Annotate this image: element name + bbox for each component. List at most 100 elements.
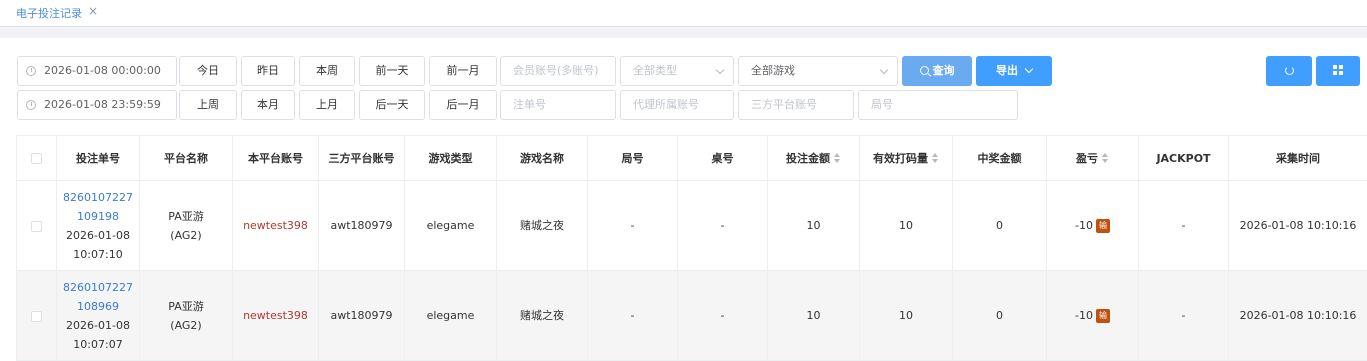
win-amount-cell: 0 [952,180,1047,271]
end-time-value: 2026-01-08 23:59:59 [44,98,161,111]
today-button[interactable]: 今日 [179,56,237,86]
this-month-button[interactable]: 本月 [241,90,295,120]
header-jackpot: JACKPOT [1138,135,1229,181]
header-table-no: 桌号 [677,135,768,181]
row-select-cell [16,180,57,271]
header-game-type: 游戏类型 [404,135,497,181]
jackpot-cell: - [1138,180,1229,271]
collect-time-cell: 2026-01-08 10:10:16 [1228,180,1367,271]
bet-no-cell: 8260107227 109198 2026-01-08 10:07:10 [56,180,140,271]
last-month-button[interactable]: 上月 [299,90,355,120]
table-no-cell: - [677,180,768,271]
header-third-account: 三方平台账号 [318,135,405,181]
start-time-value: 2026-01-08 00:00:00 [44,64,161,77]
header-valid-bet-label: 有效打码量 [873,152,928,165]
bet-records-table: 投注单号 平台名称 本平台账号 三方平台账号 游戏类型 游戏名称 局号 桌号 投… [16,135,1367,361]
bet-amount-cell: 10 [767,270,860,361]
yesterday-button[interactable]: 昨日 [241,56,295,86]
platform-cell: PA亚游 (AG2) [139,270,233,361]
next-day-button[interactable]: 后一天 [359,90,425,120]
row-select-cell [16,270,57,361]
query-button[interactable]: 查询 [902,56,972,86]
bet-time: 10:07:10 [73,247,123,261]
collect-time-cell: 2026-01-08 10:10:16 [1228,270,1367,361]
game-name-cell: 赌城之夜 [496,180,588,271]
bet-no-input[interactable]: 注单号 [500,90,616,120]
round-no-input[interactable]: 局号 [858,90,1018,120]
header-collect-time: 采集时间 [1228,135,1367,181]
grid-view-button[interactable] [1316,56,1360,86]
table-no-cell: - [677,270,768,361]
profit-cell: -10 输 [1046,270,1139,361]
sort-icon[interactable] [932,153,939,163]
win-amount-cell: 0 [952,270,1047,361]
account-link[interactable]: newtest398 [243,219,308,232]
account-link[interactable]: newtest398 [243,309,308,322]
tab-bar: 电子投注记录 × [0,0,1367,27]
member-account-input[interactable]: 会员账号(多账号) [500,56,616,86]
chevron-down-icon [1024,64,1034,74]
header-bet-amount[interactable]: 投注金额 [767,135,860,181]
game-select-value: 全部游戏 [751,64,795,77]
bet-no-link[interactable]: 8260107227 109198 [59,188,137,226]
sort-icon[interactable] [834,153,841,163]
agent-account-input[interactable]: 代理所属账号 [620,90,734,120]
game-type-cell: elegame [404,270,497,361]
row-checkbox[interactable] [31,310,42,322]
platform-cell: PA亚游 (AG2) [139,180,233,271]
loss-badge: 输 [1095,219,1110,233]
chevron-down-icon [879,65,889,75]
end-time-input[interactable]: 2026-01-08 23:59:59 [17,90,177,120]
start-time-input[interactable]: 2026-01-08 00:00:00 [17,56,177,86]
clock-icon [26,100,36,110]
tab-bet-records[interactable]: 电子投注记录 [16,5,82,21]
tab-close-icon[interactable]: × [88,4,98,18]
last-week-button[interactable]: 上周 [179,90,237,120]
header-account: 本平台账号 [232,135,319,181]
select-all-cell [16,135,57,181]
game-select[interactable]: 全部游戏 [738,56,898,86]
header-game-name: 游戏名称 [496,135,588,181]
account-cell: newtest398 [232,270,319,361]
third-party-account-input[interactable]: 三方平台账号 [738,90,854,120]
table-row: 8260107227 109198 2026-01-08 10:07:10 PA亚… [16,180,1367,271]
valid-bet-cell: 10 [859,180,953,271]
chevron-down-icon [715,65,725,75]
bet-time: 10:07:07 [73,337,123,351]
header-valid-bet[interactable]: 有效打码量 [859,135,953,181]
select-all-checkbox[interactable] [31,153,42,164]
next-month-button[interactable]: 后一月 [429,90,497,120]
profit-value: -10 [1075,219,1093,232]
profit-value: -10 [1075,309,1093,322]
sort-icon[interactable] [1102,153,1109,163]
game-type-cell: elegame [404,180,497,271]
export-button[interactable]: 导出 [976,56,1052,86]
third-account-cell: awt180979 [318,270,405,361]
header-profit-label: 盈亏 [1076,152,1098,165]
header-platform: 平台名称 [139,135,233,181]
grid-icon [1333,65,1343,75]
refresh-button[interactable] [1266,56,1312,86]
bet-date: 2026-01-08 [66,228,130,242]
third-account-cell: awt180979 [318,180,405,271]
round-cell: - [587,180,678,271]
query-label: 查询 [932,64,955,77]
this-week-button[interactable]: 本周 [299,56,355,86]
table-header-row: 投注单号 平台名称 本平台账号 三方平台账号 游戏类型 游戏名称 局号 桌号 投… [16,135,1367,181]
row-checkbox[interactable] [31,220,42,232]
jackpot-cell: - [1138,270,1229,361]
valid-bet-cell: 10 [859,270,953,361]
header-bet-amount-label: 投注金额 [786,152,830,165]
profit-cell: -10 输 [1046,180,1139,271]
bet-no-link[interactable]: 8260107227 108969 [59,278,137,316]
prev-month-button[interactable]: 前一月 [429,56,497,86]
game-type-select[interactable]: 全部类型 [620,56,734,86]
prev-day-button[interactable]: 前一天 [359,56,425,86]
bet-amount-cell: 10 [767,180,860,271]
bet-date: 2026-01-08 [66,318,130,332]
loss-badge: 输 [1095,309,1110,323]
header-bet-no: 投注单号 [56,135,140,181]
game-type-placeholder: 全部类型 [633,64,677,77]
game-name-cell: 赌城之夜 [496,270,588,361]
header-profit[interactable]: 盈亏 [1046,135,1139,181]
